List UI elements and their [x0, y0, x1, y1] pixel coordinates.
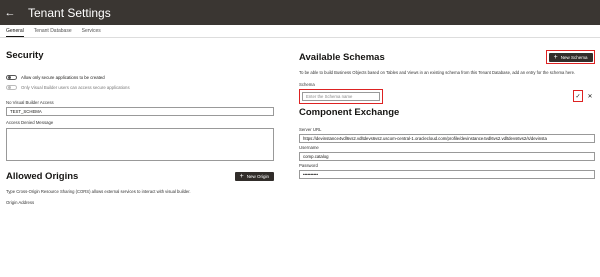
schema-entry-row: Enter the Schema name ✓ ✕: [299, 88, 595, 104]
access-denied-textarea[interactable]: [6, 128, 274, 161]
allowed-origins-heading: Allowed Origins: [6, 171, 79, 182]
confirm-schema-button[interactable]: ✓: [573, 90, 583, 102]
schema-name-input[interactable]: Enter the Schema name: [302, 91, 380, 101]
new-schema-button[interactable]: + New Schema: [548, 52, 593, 62]
password-input[interactable]: ••••••••••: [299, 170, 595, 179]
origins-description: Type Cross-Origin Resource Sharing (CORS…: [6, 189, 191, 194]
title-bar: ← Tenant Settings: [0, 0, 600, 25]
new-schema-highlight: + New Schema: [546, 50, 595, 64]
username-input[interactable]: comp.catalog: [299, 152, 595, 161]
origins-header: Allowed Origins + New Origin: [6, 171, 274, 182]
schemas-header: Available Schemas + New Schema: [299, 50, 595, 64]
close-icon: ✕: [587, 93, 593, 100]
tab-tenant-database[interactable]: Tenant Database: [34, 28, 72, 37]
new-origin-label: New Origin: [246, 174, 269, 179]
schema-input-highlight: Enter the Schema name: [299, 88, 383, 104]
tab-services[interactable]: Services: [82, 28, 101, 37]
security-heading: Security: [6, 50, 44, 61]
secure-apps-toggle[interactable]: [6, 74, 17, 80]
no-vb-access-label: No Visual Builder Access: [6, 100, 54, 105]
server-url-label: Server URL: [299, 127, 322, 132]
new-schema-label: New Schema: [560, 54, 588, 60]
secure-apps-label: Allow only secure applications to be cre…: [21, 74, 105, 80]
right-column: Available Schemas + New Schema To be abl…: [299, 50, 595, 179]
plus-icon: +: [553, 53, 558, 61]
page-title: Tenant Settings: [28, 5, 111, 20]
tab-bar: General Tenant Database Services: [0, 25, 600, 38]
origin-address-label: Origin Address: [6, 200, 35, 205]
schema-label: Schema: [299, 82, 315, 87]
secure-apps-toggle-row: Allow only secure applications to be cre…: [6, 73, 274, 81]
username-label: Username: [299, 145, 319, 150]
left-column: Security Allow only secure applications …: [6, 50, 274, 205]
no-vb-access-input[interactable]: TEST_SCHEMA: [6, 107, 274, 116]
schema-actions: ✓ ✕: [573, 90, 595, 102]
vb-access-label: Only Visual Builder users can access sec…: [21, 84, 130, 90]
plus-icon: +: [239, 173, 244, 180]
available-schemas-heading: Available Schemas: [299, 51, 385, 63]
access-denied-label: Access Denied Message: [6, 120, 54, 125]
password-label: Password: [299, 163, 318, 168]
arrow-left-icon: ←: [4, 6, 16, 19]
component-exchange-heading: Component Exchange: [299, 107, 400, 118]
cancel-schema-button[interactable]: ✕: [585, 90, 595, 102]
vb-access-toggle[interactable]: [6, 84, 17, 90]
schemas-description: To be able to build Business Objects bas…: [299, 70, 576, 75]
back-button[interactable]: ←: [0, 0, 20, 25]
check-icon: ✓: [575, 93, 581, 100]
server-url-input[interactable]: https://devinstance4vdl6vs2.vdltdevs6vs2…: [299, 134, 595, 143]
tab-general[interactable]: General: [6, 28, 24, 37]
vb-access-toggle-row: Only Visual Builder users can access sec…: [6, 83, 274, 91]
new-origin-button[interactable]: + New Origin: [234, 172, 274, 181]
